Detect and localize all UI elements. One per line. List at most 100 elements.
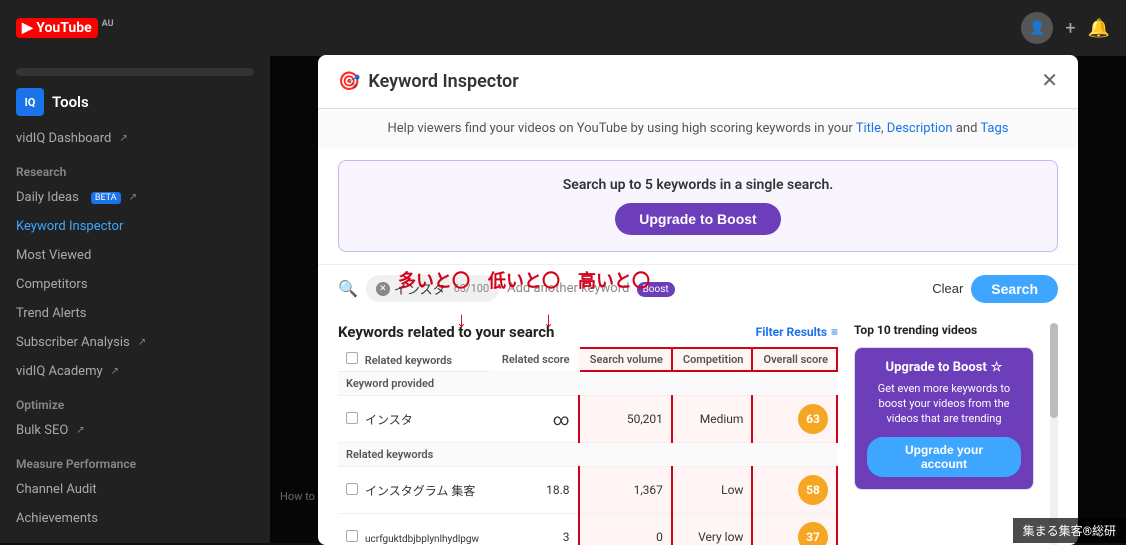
boost-mini-badge: Boost xyxy=(637,282,675,297)
section-related-keywords: Related keywords xyxy=(338,443,837,467)
related-score-cell-2: 18.8 xyxy=(491,467,579,514)
sidebar-item-daily-ideas[interactable]: Daily Ideas BETA ↗ xyxy=(0,183,270,212)
competition-cell: Medium xyxy=(672,396,753,443)
youtube-header: ▶ YouTube AU 👤 + 🔔 xyxy=(0,0,1126,56)
external-icon-3: ↗ xyxy=(138,337,146,348)
search-button[interactable]: Search xyxy=(971,275,1058,303)
results-area: Keywords related to your search Filter R… xyxy=(318,313,1078,545)
filter-results-link[interactable]: Filter Results ≡ xyxy=(756,325,838,339)
results-heading-text: Keywords related to your search xyxy=(338,323,554,341)
trending-heading: Top 10 trending videos xyxy=(854,323,1034,337)
clear-button[interactable]: Clear xyxy=(932,281,963,296)
upgrade-account-button[interactable]: Upgrade your account xyxy=(867,437,1021,477)
table-row: ucrfguktdbjbplynlhydlpgw 3 0 Very low 37 xyxy=(338,514,837,545)
sidebar-item-channel-audit[interactable]: Channel Audit xyxy=(0,475,270,504)
notification-icon[interactable]: 🔔 xyxy=(1088,18,1110,39)
achievements-label: Achievements xyxy=(16,511,98,526)
keyword-inspector-label: Keyword Inspector xyxy=(16,219,123,234)
upgrade-panel-title: Upgrade to Boost ☆ xyxy=(867,360,1021,375)
sidebar-tools-header: IQ Tools xyxy=(0,80,270,124)
search-vol-cell-3: 0 xyxy=(579,514,672,545)
youtube-logo: ▶ YouTube AU xyxy=(16,18,114,38)
user-avatar[interactable]: 👤 xyxy=(1021,12,1053,44)
modal-title-text: Keyword Inspector xyxy=(368,71,518,92)
col-header-competition: Competition xyxy=(672,348,753,372)
results-heading: Keywords related to your search Filter R… xyxy=(338,323,838,341)
keywords-table: Related keywords Related score Search vo… xyxy=(338,347,838,545)
info-banner: Help viewers find your videos on YouTube… xyxy=(318,109,1078,148)
info-link-tags[interactable]: Tags xyxy=(980,121,1008,136)
upgrade-panel-title-text: Upgrade to Boost xyxy=(886,360,987,375)
tools-label: Tools xyxy=(52,93,89,111)
modal-scrollbar[interactable] xyxy=(1050,323,1058,545)
modal-title-icon: 🎯 xyxy=(338,71,360,92)
modal-body: Help viewers find your videos on YouTube… xyxy=(318,109,1078,545)
upgrade-boost-button[interactable]: Upgrade to Boost xyxy=(615,203,780,235)
table-row: インスタ ∞ 50,201 Medium 63 xyxy=(338,396,837,443)
info-text: Help viewers find your videos on YouTube… xyxy=(387,121,852,136)
sidebar-item-vidiq-academy[interactable]: vidIQ Academy ↗ xyxy=(0,357,270,386)
jp-footer: 集まる集客®総研 xyxy=(1013,518,1126,543)
score-badge-63: 63 xyxy=(798,404,828,434)
sidebar-item-keyword-inspector[interactable]: Keyword Inspector xyxy=(0,212,270,241)
scroll-top-indicator xyxy=(16,68,254,76)
select-all-checkbox[interactable] xyxy=(346,352,358,364)
search-vol-cell-2: 1,367 xyxy=(579,467,672,514)
modal-header: 🎯 Keyword Inspector ✕ xyxy=(318,55,1078,109)
section-related-label: Related keywords xyxy=(338,443,837,467)
keyword-count: 63/100 xyxy=(454,282,489,295)
col-header-overall-score: Overall score xyxy=(752,348,837,372)
sidebar-item-subscriber-analysis[interactable]: Subscriber Analysis ↗ xyxy=(0,328,270,357)
table-row: インスタグラム 集客 18.8 1,367 Low 58 xyxy=(338,467,837,514)
add-icon[interactable]: + xyxy=(1065,18,1075,39)
sidebar-item-dashboard[interactable]: vidIQ Dashboard ↗ xyxy=(0,124,270,153)
modal-overlay: 🎯 Keyword Inspector ✕ Help viewers find … xyxy=(270,56,1126,543)
sidebar-item-competitors[interactable]: Competitors xyxy=(0,270,270,299)
info-link-description[interactable]: Description xyxy=(887,121,953,136)
modal-scrollbar-thumb[interactable] xyxy=(1050,323,1058,419)
add-keyword-placeholder: Add another keyword xyxy=(507,281,629,296)
col-header-search-volume: Search volume xyxy=(579,348,672,372)
youtube-icon: ▶ YouTube xyxy=(16,18,98,38)
vidiq-academy-label: vidIQ Academy xyxy=(16,364,103,379)
jp-footer-text: 集まる集客®総研 xyxy=(1023,524,1116,538)
main-content: How to G... 19990 🎯 Keyword Inspector ✕ … xyxy=(270,56,1126,543)
row-checkbox-2[interactable] xyxy=(346,483,358,495)
sidebar-item-bulk-seo[interactable]: Bulk SEO ↗ xyxy=(0,416,270,445)
competitors-label: Competitors xyxy=(16,277,88,292)
keyword-chip: ✕ インスタ 63/100 xyxy=(366,275,499,302)
external-icon-2: ↗ xyxy=(129,192,137,203)
row-checkbox-3[interactable] xyxy=(346,530,358,542)
keyword-cell-2: インスタグラム 集客 xyxy=(338,467,491,514)
sidebar-section-optimize: Optimize xyxy=(0,386,270,416)
related-score-cell: ∞ xyxy=(491,396,579,443)
info-link-title[interactable]: Title xyxy=(856,121,881,136)
sidebar-section-research: Research xyxy=(0,153,270,183)
upgrade-panel-text: Get even more keywords to boost your vid… xyxy=(867,381,1021,427)
col-header-keyword: Related keywords xyxy=(338,348,491,372)
section-provided-label: Keyword provided xyxy=(338,371,837,396)
add-keyword-text[interactable]: Add another keyword Boost xyxy=(507,281,924,296)
keyword-cell-3: ucrfguktdbjbplynlhydlpgw xyxy=(338,514,491,545)
search-icon: 🔍 xyxy=(338,279,358,298)
score-badge-58: 58 xyxy=(798,475,828,505)
star-icon: ☆ xyxy=(991,360,1003,375)
upgrade-panel: Upgrade to Boost ☆ Get even more keyword… xyxy=(855,348,1033,489)
modal-close-button[interactable]: ✕ xyxy=(1041,71,1058,91)
sidebar-item-most-viewed[interactable]: Most Viewed xyxy=(0,241,270,270)
bulk-seo-label: Bulk SEO xyxy=(16,423,68,438)
sidebar-item-achievements[interactable]: Achievements xyxy=(0,504,270,533)
beta-badge: BETA xyxy=(91,192,121,204)
channel-audit-label: Channel Audit xyxy=(16,482,97,497)
infinity-symbol: ∞ xyxy=(553,410,569,429)
subscriber-analysis-label: Subscriber Analysis xyxy=(16,335,130,350)
row-checkbox[interactable] xyxy=(346,412,358,424)
trend-alerts-label: Trend Alerts xyxy=(16,306,86,321)
upgrade-box-title: Search up to 5 keywords in a single sear… xyxy=(363,177,1033,193)
sidebar-item-trend-alerts[interactable]: Trend Alerts xyxy=(0,299,270,328)
upgrade-box: Search up to 5 keywords in a single sear… xyxy=(338,160,1058,252)
search-vol-cell: 50,201 xyxy=(579,396,672,443)
overall-score-cell: 63 xyxy=(752,396,837,443)
keyword-text-2: インスタグラム 集客 xyxy=(365,484,475,498)
keyword-chip-close[interactable]: ✕ xyxy=(376,282,390,296)
